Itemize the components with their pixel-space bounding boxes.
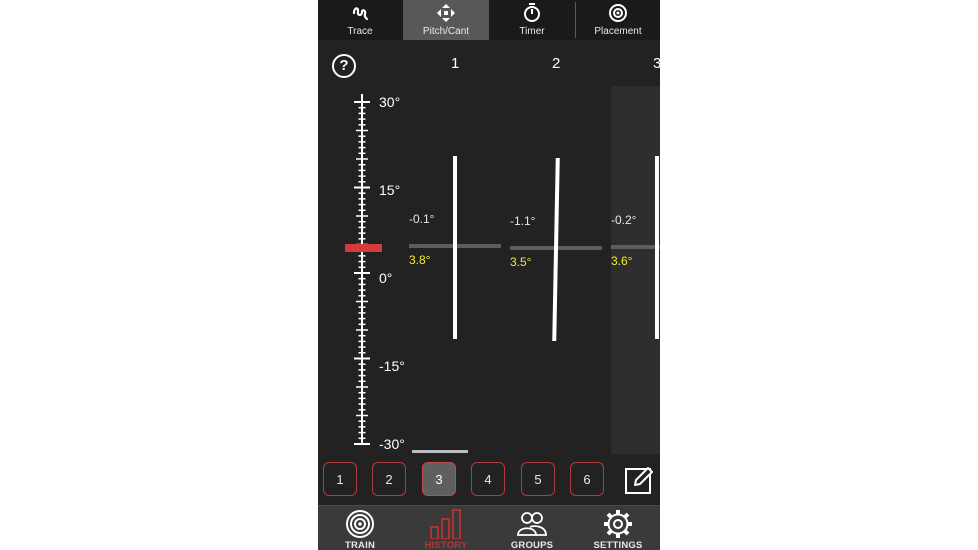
pitch-value: 3.5° bbox=[510, 255, 532, 269]
pitch-value: 3.6° bbox=[611, 254, 633, 268]
scale-label-minus-30: -30° bbox=[379, 436, 405, 452]
shot-button-6[interactable]: 6 bbox=[570, 462, 604, 496]
tab-placement[interactable]: Placement bbox=[576, 0, 660, 40]
target-rings-icon bbox=[345, 510, 375, 538]
help-icon[interactable]: ? bbox=[332, 54, 356, 78]
gear-icon bbox=[603, 510, 633, 538]
tab-timer-label: Timer bbox=[519, 26, 545, 37]
mode-tab-bar: Trace Pitch/Cant Timer Placement bbox=[318, 0, 660, 40]
shot-column-2[interactable]: -1.1° 3.5° bbox=[509, 86, 609, 454]
scale-label-minus-15: -15° bbox=[379, 358, 405, 374]
tab-timer[interactable]: Timer bbox=[490, 0, 574, 40]
pitch-value: 3.8° bbox=[409, 253, 431, 267]
shot-button-5[interactable]: 5 bbox=[521, 462, 555, 496]
nav-history-label: HISTORY bbox=[424, 540, 468, 550]
scale-label-15: 15° bbox=[379, 182, 401, 198]
cant-value: -1.1° bbox=[510, 214, 536, 228]
tab-pitch-cant[interactable]: Pitch/Cant bbox=[403, 0, 489, 40]
nav-train[interactable]: TRAIN bbox=[330, 506, 390, 550]
shot-column-3[interactable]: -0.2° 3.6° bbox=[610, 86, 660, 454]
nav-train-label: TRAIN bbox=[344, 540, 376, 550]
nav-settings-label: SETTINGS bbox=[593, 540, 643, 550]
column-header-2: 2 bbox=[552, 55, 561, 72]
tab-placement-label: Placement bbox=[594, 26, 642, 37]
scroll-indicator bbox=[412, 450, 468, 453]
nav-settings[interactable]: SETTINGS bbox=[588, 506, 648, 550]
nav-groups[interactable]: GROUPS bbox=[502, 506, 562, 550]
column-header-3: 3 bbox=[653, 55, 660, 72]
cant-value: -0.1° bbox=[409, 212, 435, 226]
scale-ticks bbox=[354, 94, 370, 445]
trace-icon bbox=[351, 4, 369, 22]
edit-icon[interactable] bbox=[624, 465, 654, 495]
shot-column-1[interactable]: -0.1° 3.8° bbox=[408, 86, 508, 454]
column-header-1: 1 bbox=[451, 55, 460, 72]
cant-line bbox=[655, 156, 659, 339]
degree-scale: 30° 15° 0° -15° -30° bbox=[318, 80, 418, 460]
cant-line bbox=[453, 156, 457, 339]
move-arrows-icon bbox=[436, 4, 456, 22]
scale-label-30: 30° bbox=[379, 94, 401, 110]
tab-pitch-cant-label: Pitch/Cant bbox=[422, 26, 470, 37]
scale-label-0: 0° bbox=[379, 270, 393, 286]
tab-trace-label: Trace bbox=[347, 26, 373, 37]
bar-chart-icon bbox=[429, 509, 463, 539]
target-icon bbox=[608, 4, 628, 22]
bottom-nav: TRAIN HISTORY GROUPS SETTINGS bbox=[318, 505, 660, 550]
app-screen: Trace Pitch/Cant Timer Placement ? 1 2 3 bbox=[318, 0, 660, 550]
shot-button-2[interactable]: 2 bbox=[372, 462, 406, 496]
stopwatch-icon bbox=[523, 3, 541, 22]
shot-button-1[interactable]: 1 bbox=[323, 462, 357, 496]
nav-groups-label: GROUPS bbox=[510, 540, 554, 550]
current-pitch-marker bbox=[345, 244, 382, 252]
users-icon bbox=[516, 510, 548, 538]
cant-value: -0.2° bbox=[611, 213, 637, 227]
horizon-line bbox=[611, 245, 660, 249]
shot-button-3[interactable]: 3 bbox=[422, 462, 456, 496]
nav-history[interactable]: HISTORY bbox=[416, 506, 476, 550]
tab-trace[interactable]: Trace bbox=[318, 0, 402, 40]
shot-button-4[interactable]: 4 bbox=[471, 462, 505, 496]
